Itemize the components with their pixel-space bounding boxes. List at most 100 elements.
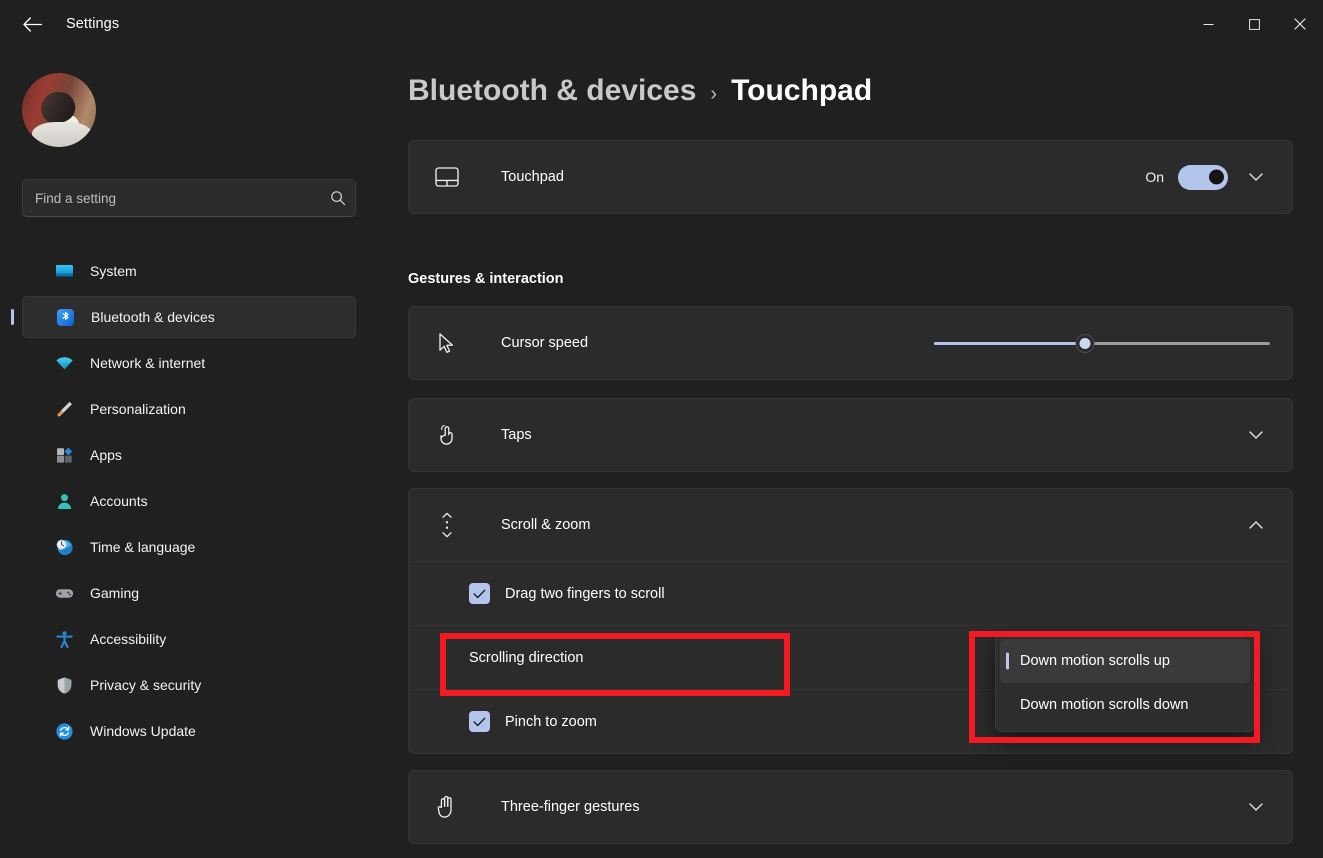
cursor-speed-row[interactable]: Cursor speed [409, 307, 1292, 379]
slider-thumb[interactable] [1076, 334, 1095, 353]
breadcrumb-current: Touchpad [731, 74, 872, 108]
gestures-section-title: Gestures & interaction [408, 271, 564, 287]
sidebar-item-accessibility[interactable]: Accessibility [22, 618, 356, 660]
cursor-speed-controls [934, 329, 1270, 357]
wifi-icon [54, 353, 74, 373]
taps-controls [1242, 421, 1270, 449]
option-label: Down motion scrolls up [1020, 653, 1170, 669]
sidebar-item-label: Bluetooth & devices [91, 309, 215, 325]
touchpad-card: Touchpad On [408, 140, 1293, 214]
minimize-icon [1203, 19, 1214, 30]
toggle-knob [1209, 170, 1224, 185]
sidebar-item-label: Accessibility [90, 631, 166, 647]
search-box[interactable] [22, 179, 356, 217]
settings-window: Settings [0, 0, 1323, 858]
back-arrow-icon [23, 17, 42, 32]
sidebar-item-label: Privacy & security [90, 677, 201, 693]
breadcrumb-separator-icon: › [710, 83, 717, 106]
breadcrumb: Bluetooth & devices › Touchpad [408, 74, 872, 108]
sidebar-item-bluetooth-devices[interactable]: Bluetooth & devices [22, 296, 356, 338]
close-button[interactable] [1277, 0, 1323, 48]
three-finger-gestures-card: Three-finger gestures [408, 770, 1293, 844]
touchpad-toggle-state: On [1145, 169, 1164, 185]
gamepad-icon [54, 583, 74, 603]
sidebar-item-time-language[interactable]: Time & language [22, 526, 356, 568]
sidebar-item-privacy-security[interactable]: Privacy & security [22, 664, 356, 706]
scroll-zoom-controls [1242, 511, 1270, 539]
search-icon[interactable] [321, 190, 355, 206]
three-finger-hand-icon [431, 795, 463, 819]
chevron-down-icon[interactable] [1242, 163, 1270, 191]
chevron-up-icon[interactable] [1242, 511, 1270, 539]
scroll-zoom-label: Scroll & zoom [501, 517, 590, 533]
user-avatar[interactable] [22, 73, 96, 147]
three-finger-gestures-row[interactable]: Three-finger gestures [409, 771, 1292, 843]
scrolling-direction-option-down[interactable]: Down motion scrolls down [1000, 683, 1250, 727]
pinch-to-zoom-checkbox[interactable] [469, 711, 490, 732]
sidebar-item-label: Apps [90, 447, 122, 463]
scrolling-direction-option-up[interactable]: Down motion scrolls up [1000, 639, 1250, 683]
monitor-icon [54, 261, 74, 281]
cursor-speed-label: Cursor speed [501, 335, 588, 351]
sidebar-item-label: Personalization [90, 401, 186, 417]
avatar-shirt [32, 122, 91, 147]
sidebar-item-gaming[interactable]: Gaming [22, 572, 356, 614]
sidebar-item-label: Network & internet [90, 355, 205, 371]
title-bar: Settings [0, 0, 1323, 48]
maximize-button[interactable] [1231, 0, 1277, 48]
shield-icon [54, 675, 74, 695]
touchpad-label: Touchpad [501, 169, 564, 185]
paintbrush-icon [54, 399, 74, 419]
slider-fill [934, 342, 1085, 345]
sidebar-item-windows-update[interactable]: Windows Update [22, 710, 356, 752]
clock-globe-icon [54, 537, 74, 557]
sidebar-item-system[interactable]: System [22, 250, 356, 292]
touchpad-row[interactable]: Touchpad On [409, 141, 1292, 213]
close-icon [1294, 18, 1306, 30]
scroll-zoom-row[interactable]: Scroll & zoom [409, 489, 1292, 561]
option-label: Down motion scrolls down [1020, 697, 1188, 713]
breadcrumb-parent[interactable]: Bluetooth & devices [408, 74, 696, 108]
sidebar-item-network-internet[interactable]: Network & internet [22, 342, 356, 384]
window-controls [1185, 0, 1323, 48]
sidebar-item-label: Gaming [90, 585, 139, 601]
apps-icon [54, 445, 74, 465]
maximize-icon [1249, 19, 1260, 30]
sidebar-item-label: Accounts [90, 493, 148, 509]
accessibility-icon [54, 629, 74, 649]
tap-hand-icon [431, 424, 463, 446]
minimize-button[interactable] [1185, 0, 1231, 48]
taps-label: Taps [501, 427, 532, 443]
three-finger-controls [1242, 793, 1270, 821]
sidebar-nav: System Bluetooth & devices [0, 246, 378, 756]
touchpad-controls: On [1145, 163, 1270, 191]
sidebar-item-label: Windows Update [90, 723, 196, 739]
cursor-arrow-icon [431, 333, 463, 354]
sidebar-item-label: Time & language [90, 539, 195, 555]
touchpad-toggle[interactable] [1178, 165, 1228, 190]
scrolling-direction-menu[interactable]: Down motion scrolls up Down motion scrol… [995, 634, 1255, 732]
main-content: Bluetooth & devices › Touchpad Touchpad … [378, 48, 1323, 858]
touchpad-icon [431, 167, 463, 187]
person-icon [54, 491, 74, 511]
sidebar-item-apps[interactable]: Apps [22, 434, 356, 476]
scrolling-direction-label: Scrolling direction [469, 650, 583, 666]
search-input[interactable] [23, 191, 321, 206]
cursor-speed-card: Cursor speed [408, 306, 1293, 380]
chevron-down-icon[interactable] [1242, 793, 1270, 821]
drag-two-fingers-row[interactable]: Drag two fingers to scroll [409, 561, 1292, 625]
app-title: Settings [66, 16, 119, 32]
scroll-updown-icon [431, 512, 463, 538]
taps-row[interactable]: Taps [409, 399, 1292, 471]
sidebar-item-label: System [90, 263, 137, 279]
drag-two-fingers-label: Drag two fingers to scroll [505, 586, 665, 602]
sidebar: System Bluetooth & devices [0, 48, 378, 858]
chevron-down-icon[interactable] [1242, 421, 1270, 449]
drag-two-fingers-checkbox[interactable] [469, 583, 490, 604]
pinch-to-zoom-label: Pinch to zoom [505, 714, 597, 730]
taps-card: Taps [408, 398, 1293, 472]
back-button[interactable] [14, 6, 50, 42]
sidebar-item-personalization[interactable]: Personalization [22, 388, 356, 430]
sidebar-item-accounts[interactable]: Accounts [22, 480, 356, 522]
cursor-speed-slider[interactable] [934, 329, 1270, 357]
